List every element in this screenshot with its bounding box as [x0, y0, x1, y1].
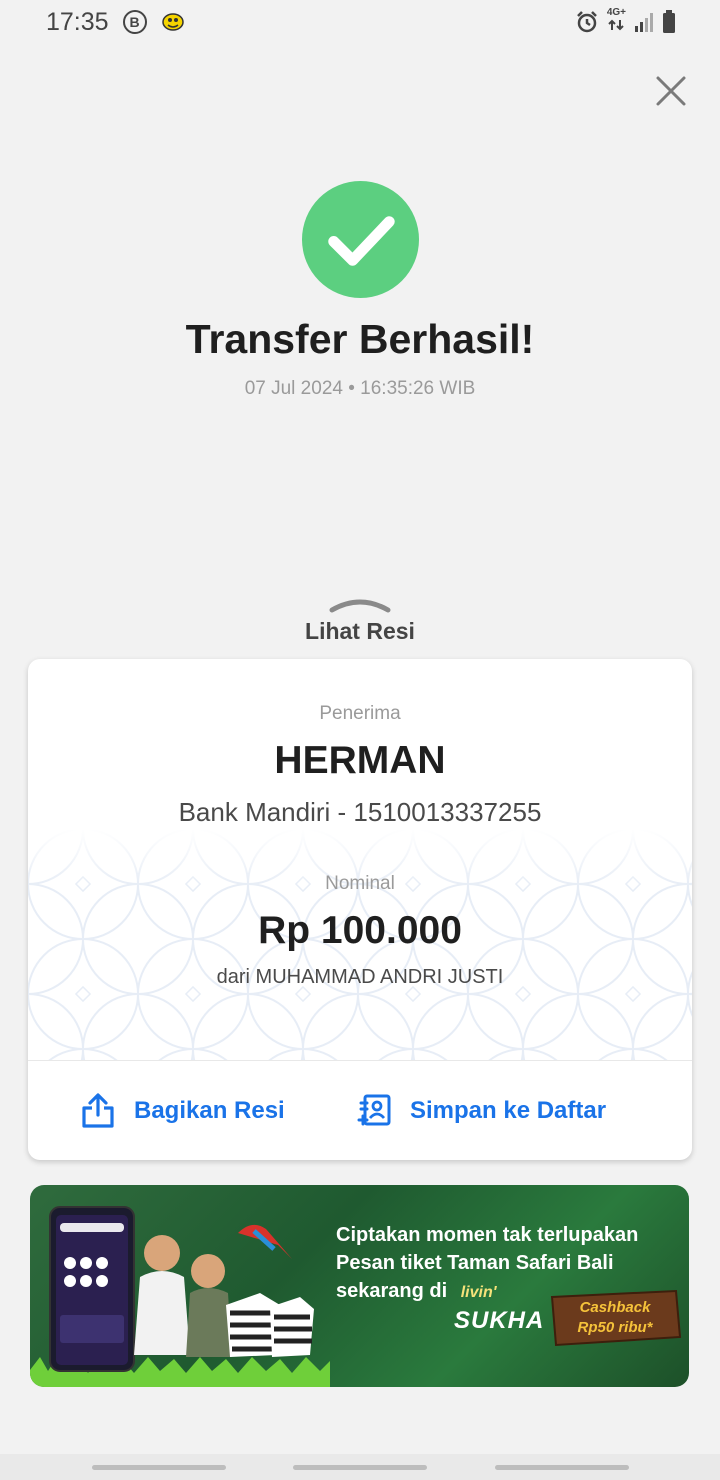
sender-name: dari MUHAMMAD ANDRI JUSTI	[216, 966, 504, 988]
recipient-bank-account: Bank Mandiri - 1510013337255	[178, 797, 542, 827]
close-icon[interactable]	[654, 74, 688, 108]
signal-icon	[635, 13, 653, 32]
nav-recents-handle[interactable]	[92, 1465, 226, 1470]
b-notification-icon: B	[122, 10, 147, 34]
view-receipt-label: Lihat Resi	[305, 618, 415, 644]
promo-banner[interactable]: Ciptakan momen tak terlupakan Pesan tike…	[30, 1185, 689, 1387]
page-title: Transfer Berhasil!	[185, 316, 535, 362]
data-arrows-icon	[608, 19, 624, 31]
brand-small: livin'	[460, 1284, 497, 1301]
share-receipt-label: Bagikan Resi	[134, 1097, 285, 1124]
recipient-name: HERMAN	[274, 739, 446, 782]
share-receipt-button[interactable]: Bagikan Resi	[80, 1093, 285, 1129]
transfer-amount: Rp 100.000	[258, 909, 462, 952]
save-contact-icon	[357, 1094, 391, 1126]
view-receipt-toggle[interactable]: Lihat Resi	[260, 596, 460, 648]
status-time: 17:35	[46, 7, 109, 36]
receipt-card: Penerima HERMAN Bank Mandiri - 151001333…	[28, 659, 692, 1160]
success-check-icon	[301, 180, 420, 299]
alarm-icon	[576, 11, 597, 33]
cashback-badge: Cashback Rp50 ribu*	[546, 1289, 684, 1347]
nominal-label: Nominal	[325, 873, 395, 894]
app-notification-icon	[161, 13, 184, 31]
cashback-line-2: Rp50 ribu*	[577, 1319, 653, 1336]
transaction-datetime: 07 Jul 2024 • 16:35:26 WIB	[244, 378, 476, 399]
save-to-list-label: Simpan ke Daftar	[410, 1097, 607, 1124]
status-bar: 17:35 B 4G+	[0, 0, 720, 44]
receipt-actions: Bagikan Resi Simpan ke Daftar	[28, 1061, 692, 1160]
promo-line-2: Pesan tiket Taman Safari Bali	[336, 1252, 614, 1274]
nav-home-handle[interactable]	[293, 1465, 427, 1470]
network-type-indicator: 4G+	[607, 8, 626, 36]
recipient-label: Penerima	[319, 703, 401, 724]
save-to-list-button[interactable]: Simpan ke Daftar	[356, 1093, 606, 1129]
nav-back-handle[interactable]	[495, 1465, 629, 1470]
system-nav-bar	[0, 1454, 720, 1480]
promo-illustration	[30, 1206, 330, 1387]
cashback-line-1: Cashback	[579, 1299, 651, 1316]
share-icon	[82, 1093, 114, 1128]
chevron-up-icon	[329, 599, 391, 613]
promo-line-1: Ciptakan momen tak terlupakan	[336, 1224, 639, 1246]
battery-icon	[663, 10, 675, 33]
